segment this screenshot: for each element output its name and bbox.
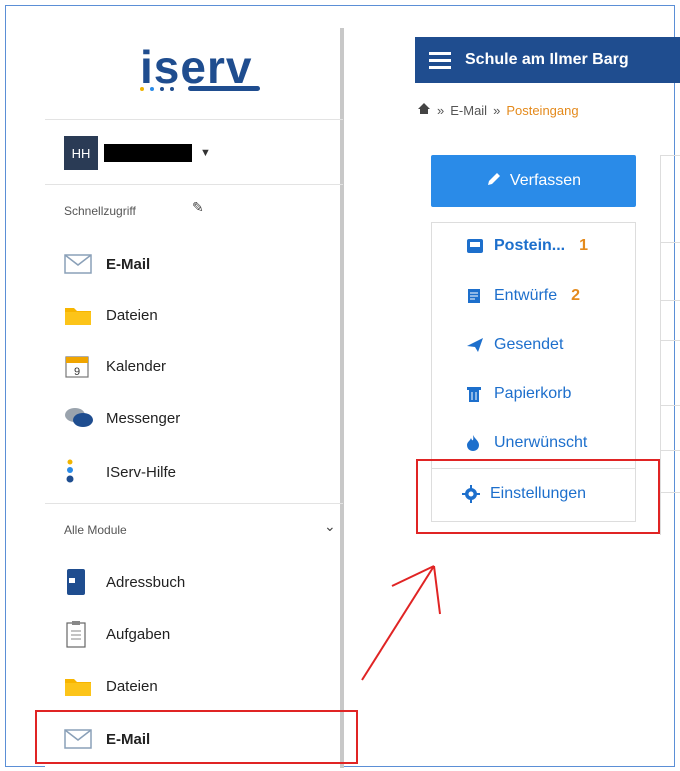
annotation-arrow bbox=[361, 565, 441, 681]
